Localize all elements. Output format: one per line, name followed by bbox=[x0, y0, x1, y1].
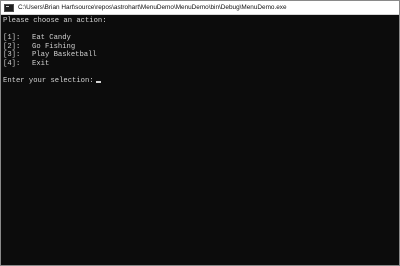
menu-item-1: [1]: Eat Candy bbox=[3, 34, 397, 43]
console-app-icon bbox=[4, 3, 14, 12]
menu-item-label: Eat Candy bbox=[32, 34, 71, 43]
menu-item-key: [2]: bbox=[3, 42, 21, 51]
menu-item-key: [4]: bbox=[3, 59, 21, 68]
title-bar[interactable]: C:\Users\Brian Hart\source\repos\astroha… bbox=[1, 1, 399, 15]
window-title: C:\Users\Brian Hart\source\repos\astroha… bbox=[18, 4, 287, 11]
menu-item-label: Go Fishing bbox=[32, 42, 76, 51]
menu-item-2: [2]: Go Fishing bbox=[3, 43, 397, 52]
selection-line[interactable]: Enter your selection: bbox=[3, 77, 397, 86]
console-output[interactable]: Please choose an action: [1]: Eat Candy [… bbox=[3, 17, 397, 263]
prompt-header: Please choose an action: bbox=[3, 17, 107, 25]
menu-item-label: Play Basketball bbox=[32, 51, 97, 60]
menu-item-key: [3]: bbox=[3, 51, 21, 60]
menu-item-label: Exit bbox=[32, 59, 50, 68]
menu-item-3: [3]: Play Basketball bbox=[3, 51, 397, 60]
menu-item-key: [1]: bbox=[3, 34, 21, 43]
text-cursor bbox=[95, 81, 101, 84]
menu-item-4: [4]: Exit bbox=[3, 60, 397, 69]
selection-prompt: Enter your selection: bbox=[3, 77, 94, 86]
console-window: C:\Users\Brian Hart\source\repos\astroha… bbox=[0, 0, 400, 266]
